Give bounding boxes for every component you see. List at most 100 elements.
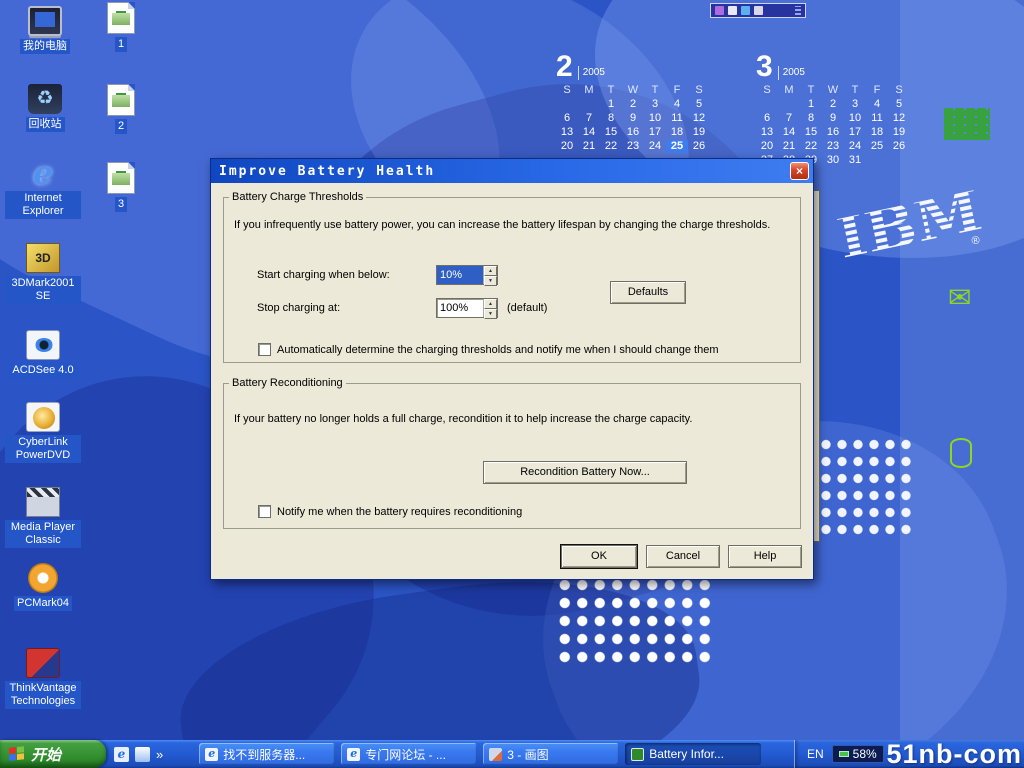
calendar-weekday: W <box>822 84 844 97</box>
calendar-month: 2 <box>556 54 573 80</box>
pcmark-icon <box>28 563 58 593</box>
calendar-weekday: S <box>888 84 910 97</box>
recondition-battery-button[interactable]: Recondition Battery Now... <box>483 461 687 484</box>
calendar-weekday: S <box>556 84 578 97</box>
ie-page-icon: e <box>347 748 360 761</box>
calendar-day: 16 <box>822 126 844 139</box>
dialog-titlebar[interactable]: Improve Battery Health × <box>211 159 813 183</box>
calendar-day: 4 <box>666 98 688 111</box>
start-threshold-input[interactable]: 10% ▲ ▼ <box>436 265 498 285</box>
auto-determine-label: Automatically determine the charging thr… <box>277 344 787 356</box>
wallpaper-envelope-icon: ✉ <box>948 284 971 312</box>
language-indicator[interactable]: EN <box>807 747 824 761</box>
notify-reconditioning-checkbox[interactable] <box>258 505 271 518</box>
spin-down-icon[interactable]: ▼ <box>484 309 497 319</box>
desktop-icon-jpg-1[interactable]: 1 <box>82 2 160 52</box>
battery-tray-indicator[interactable]: 58% <box>832 745 884 763</box>
spin-down-icon[interactable]: ▼ <box>484 276 497 286</box>
taskbar: 开始 e » e 找不到服务器... e 专门网论坛 - ... 3 - 画图 … <box>0 740 1024 768</box>
language-bar-pen-icon[interactable] <box>728 6 737 15</box>
task-button-server-not-found[interactable]: e 找不到服务器... <box>199 743 335 765</box>
calendar-day <box>756 98 778 111</box>
calendar-day: 17 <box>844 126 866 139</box>
calendar-weekday: S <box>756 84 778 97</box>
close-icon[interactable]: × <box>790 162 809 180</box>
desktop-icon-pcmark04[interactable]: PCMark04 <box>4 563 82 611</box>
desktop-icon-acdsee[interactable]: ACDSee 4.0 <box>4 330 82 378</box>
calendar-day: 9 <box>622 112 644 125</box>
calendar-day: 13 <box>756 126 778 139</box>
stop-threshold-input[interactable]: 100% ▲ ▼ <box>436 298 498 318</box>
wallpaper-battery-icon <box>950 438 972 468</box>
language-bar-grip[interactable] <box>795 6 801 15</box>
language-bar-keyboard-icon[interactable] <box>741 6 750 15</box>
quick-launch-show-desktop-icon[interactable] <box>135 747 150 762</box>
desktop-icon-my-computer[interactable]: 我的电脑 <box>6 6 84 54</box>
calendar-day: 23 <box>822 140 844 153</box>
spin-up-icon[interactable]: ▲ <box>484 266 497 276</box>
spin-up-icon[interactable]: ▲ <box>484 299 497 309</box>
quick-launch-overflow-icon[interactable]: » <box>156 747 163 762</box>
icon-label: 2 <box>115 119 127 134</box>
desktop-icon-3dmark2001[interactable]: 3D 3DMark2001 SE <box>4 243 82 304</box>
jpg-file-icon <box>107 162 135 194</box>
thresholds-description: If you infrequently use battery power, y… <box>234 219 790 231</box>
desktop-icon-jpg-3[interactable]: 3 <box>82 162 160 212</box>
quick-launch-ie-icon[interactable]: e <box>114 747 129 762</box>
calendar-day: 17 <box>644 126 666 139</box>
ibm-logo-text: IBM <box>831 176 988 275</box>
notify-reconditioning-label: Notify me when the battery requires reco… <box>277 506 787 518</box>
desktop-icon-internet-explorer[interactable]: e Internet Explorer <box>4 158 82 219</box>
wallpaper-dots-pattern <box>556 576 714 668</box>
calendar-day: 19 <box>888 126 910 139</box>
start-button-label: 开始 <box>31 744 61 765</box>
calendar-day: 24 <box>844 140 866 153</box>
calendar-day: 2 <box>622 98 644 111</box>
quick-launch: e » <box>106 740 171 768</box>
calendar-day: 4 <box>866 98 888 111</box>
ok-button[interactable]: OK <box>561 545 637 568</box>
start-button[interactable]: 开始 <box>0 740 106 768</box>
start-threshold-spinner[interactable]: ▲ ▼ <box>483 266 497 284</box>
stop-threshold-spinner[interactable]: ▲ ▼ <box>483 299 497 317</box>
task-button-battery-information[interactable]: Battery Infor... <box>625 743 761 765</box>
desktop-icon-media-player-classic[interactable]: Media Player Classic <box>4 487 82 548</box>
icon-label: 3 <box>115 197 127 212</box>
calendar-weekday: W <box>622 84 644 97</box>
icon-label: 回收站 <box>26 117 65 132</box>
dialog-title: Improve Battery Health <box>219 164 790 179</box>
calendar-february: 22005SMTWTFS1234567891011121314151617181… <box>556 54 710 153</box>
ie-page-icon: e <box>205 748 218 761</box>
task-button-paint[interactable]: 3 - 画图 <box>483 743 619 765</box>
desktop-icon-powerdvd[interactable]: CyberLink PowerDVD <box>4 402 82 463</box>
help-button[interactable]: Help <box>728 545 802 568</box>
calendar-weekday: T <box>844 84 866 97</box>
calendar-day: 11 <box>666 112 688 125</box>
desktop-icon-recycle-bin[interactable]: ♻ 回收站 <box>6 84 84 132</box>
calendar-day: 14 <box>578 126 600 139</box>
calendar-day: 9 <box>822 112 844 125</box>
language-bar-options-icon[interactable] <box>754 6 763 15</box>
calendar-day: 7 <box>578 112 600 125</box>
language-bar[interactable] <box>710 3 806 18</box>
defaults-button[interactable]: Defaults <box>610 281 686 304</box>
cancel-button[interactable]: Cancel <box>646 545 720 568</box>
task-button-forum[interactable]: e 专门网论坛 - ... <box>341 743 477 765</box>
calendar-day: 23 <box>622 140 644 153</box>
auto-determine-checkbox[interactable] <box>258 343 271 356</box>
calendar-day: 1 <box>800 98 822 111</box>
dialog-body: Battery Charge Thresholds If you infrequ… <box>211 183 813 579</box>
icon-label: Internet Explorer <box>5 191 81 219</box>
desktop-icon-thinkvantage[interactable]: ThinkVantage Technologies <box>4 648 82 709</box>
my-computer-icon <box>28 6 62 36</box>
icon-label: 1 <box>115 37 127 52</box>
calendar-day: 7 <box>778 112 800 125</box>
system-tray: EN 58% <box>794 740 1024 768</box>
desktop-icon-jpg-2[interactable]: 2 <box>82 84 160 134</box>
ibm-logo: IBM ® <box>828 166 1004 292</box>
language-bar-input-icon[interactable] <box>715 6 724 15</box>
task-label: 3 - 画图 <box>507 746 548 763</box>
icon-label: 3DMark2001 SE <box>5 276 81 304</box>
3dmark-icon: 3D <box>26 243 60 273</box>
calendar-weekday: T <box>644 84 666 97</box>
